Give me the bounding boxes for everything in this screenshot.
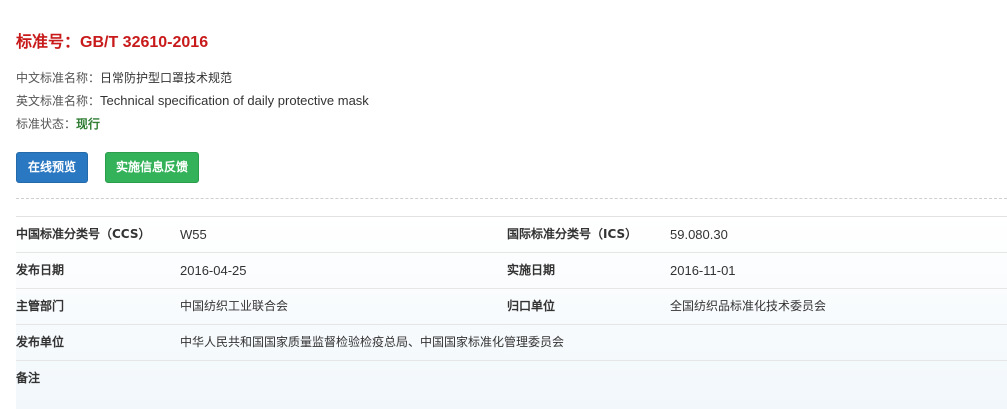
publish-date-label: 发布日期: [16, 263, 65, 277]
cn-name-value: 日常防护型口罩技术规范: [100, 71, 233, 85]
en-name-label: 英文标准名称：: [16, 94, 101, 108]
cn-name-label: 中文标准名称：: [16, 71, 101, 85]
online-preview-button[interactable]: 在线预览: [16, 152, 88, 183]
ics-label: 国际标准分类号（ICS）: [507, 227, 638, 241]
status-badge: 现行: [76, 117, 101, 131]
standard-code: GB/T 32610-2016: [80, 34, 209, 51]
table-row: 发布日期 2016-04-25 实施日期 2016-11-01: [16, 253, 1007, 289]
remarks-label: 备注: [16, 371, 41, 385]
en-name-line: 英文标准名称：Technical specification of daily …: [16, 92, 369, 109]
authority-value: 中国纺织工业联合会: [180, 299, 289, 313]
ccs-value: W55: [180, 227, 207, 242]
issuer-value: 中华人民共和国国家质量监督检验检疫总局、中国国家标准化管理委员会: [180, 335, 565, 349]
table-row: 主管部门 中国纺织工业联合会 归口单位 全国纺织品标准化技术委员会: [16, 289, 1007, 325]
committee-value: 全国纺织品标准化技术委员会: [670, 299, 827, 313]
implement-date-value: 2016-11-01: [670, 263, 736, 278]
cn-name-line: 中文标准名称：日常防护型口罩技术规范: [16, 69, 232, 86]
publish-date-value: 2016-04-25: [180, 263, 247, 278]
authority-label: 主管部门: [16, 299, 65, 313]
ccs-label: 中国标准分类号（CCS）: [16, 227, 151, 241]
en-name-value: Technical specification of daily protect…: [100, 93, 369, 108]
implement-date-label: 实施日期: [507, 263, 556, 277]
ics-value: 59.080.30: [670, 227, 728, 242]
title-label: 标准号：: [16, 32, 81, 51]
status-label: 标准状态：: [16, 117, 77, 131]
table-row: 发布单位 中华人民共和国国家质量监督检验检疫总局、中国国家标准化管理委员会: [16, 325, 1007, 361]
divider: [16, 198, 1007, 199]
table-row: 中国标准分类号（CCS） W55 国际标准分类号（ICS） 59.080.30: [16, 217, 1007, 253]
feedback-button[interactable]: 实施信息反馈: [105, 152, 199, 183]
committee-label: 归口单位: [507, 299, 556, 313]
table-row: 备注: [16, 361, 1007, 396]
issuer-label: 发布单位: [16, 335, 65, 349]
page-title: 标准号：GB/T 32610-2016: [16, 28, 208, 52]
status-line: 标准状态：现行: [16, 115, 100, 132]
details-table: 中国标准分类号（CCS） W55 国际标准分类号（ICS） 59.080.30 …: [16, 216, 1007, 409]
